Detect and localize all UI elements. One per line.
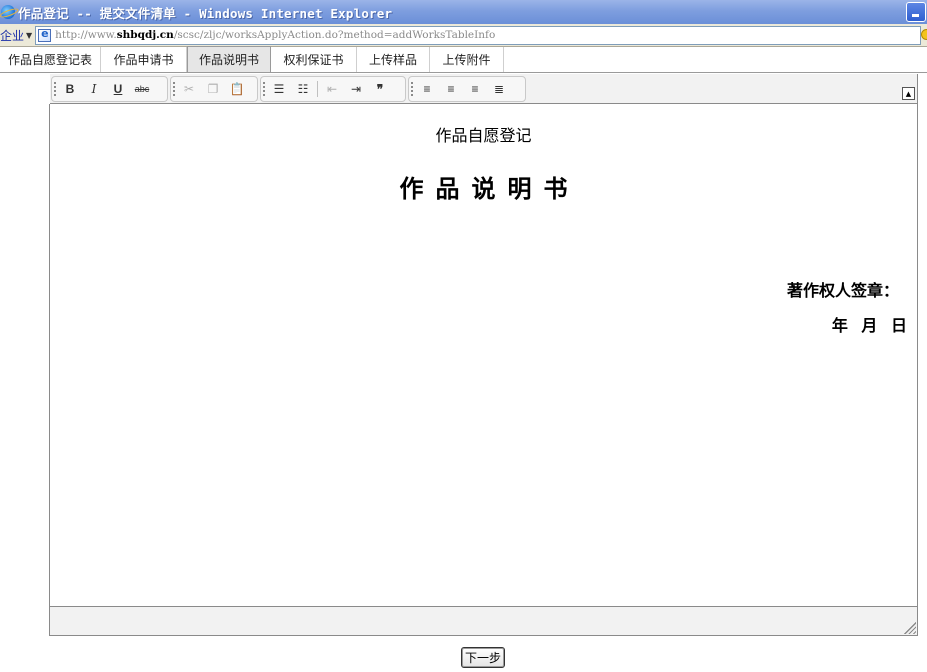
editor-status-bar <box>50 606 917 635</box>
align-justify-icon[interactable]: ≣ <box>487 78 511 100</box>
address-input[interactable]: http://www.shbqdj.cn/scsc/zljc/worksAppl… <box>35 25 921 45</box>
underline-button[interactable]: U <box>106 78 130 100</box>
cut-icon[interactable]: ✂ <box>177 78 201 100</box>
window-title-bar: 作品登记 -- 提交文件清单 - Windows Internet Explor… <box>0 0 927 24</box>
signature-label: 著作权人签章： <box>786 281 899 300</box>
tab-guarantee[interactable]: 权利保证书 <box>271 47 357 72</box>
tab-description[interactable]: 作品说明书 <box>187 46 271 72</box>
ie-logo-icon <box>1 5 15 19</box>
tab-registration-form[interactable]: 作品自愿登记表 <box>0 47 101 72</box>
bold-button[interactable]: B <box>58 78 82 100</box>
bullet-list-icon[interactable]: ☷ <box>291 78 315 100</box>
align-left-icon[interactable]: ≡ <box>415 78 439 100</box>
align-group: ≡ ≡ ≡ ≣ <box>408 76 526 102</box>
page-icon <box>38 27 52 42</box>
address-label: 企业 <box>0 28 25 43</box>
outdent-icon[interactable]: ⇤ <box>320 78 344 100</box>
tab-bar: 作品自愿登记表 作品申请书 作品说明书 权利保证书 上传样品 上传附件 <box>0 46 927 73</box>
document-subtitle: 作品自愿登记 <box>435 126 532 145</box>
tab-upload-sample[interactable]: 上传样品 <box>357 47 430 72</box>
minimize-button[interactable] <box>906 2 926 22</box>
window-title: 作品登记 -- 提交文件清单 - Windows Internet Explor… <box>18 5 393 21</box>
indent-icon[interactable]: ⇥ <box>344 78 368 100</box>
collapse-toolbar-icon[interactable]: ▲ <box>902 87 915 100</box>
warning-icon[interactable] <box>921 29 927 40</box>
chevron-down-icon[interactable]: ▼ <box>26 31 32 40</box>
copy-icon[interactable]: ❐ <box>201 78 225 100</box>
resize-grip-icon[interactable] <box>904 622 916 634</box>
date-label: 年 月 日 <box>831 316 907 335</box>
strikethrough-button[interactable]: abc <box>130 78 154 100</box>
editor-toolbar: B I U abc ✂ ❐ 📋 ☰ ☷ ⇤ ⇥ ❞ ≡ ≡ ≡ ≣ ▲ <box>1 74 917 104</box>
toolbar-divider <box>317 81 318 97</box>
clipboard-group: ✂ ❐ 📋 <box>170 76 258 102</box>
numbered-list-icon[interactable]: ☰ <box>267 78 291 100</box>
align-right-icon[interactable]: ≡ <box>463 78 487 100</box>
format-group: B I U abc <box>51 76 168 102</box>
rich-text-editor: B I U abc ✂ ❐ 📋 ☰ ☷ ⇤ ⇥ ❞ ≡ ≡ ≡ ≣ ▲ 作品自愿… <box>1 74 918 636</box>
blockquote-icon[interactable]: ❞ <box>368 78 392 100</box>
document-title: 作品说明书 <box>399 174 580 203</box>
list-group: ☰ ☷ ⇤ ⇥ ❞ <box>260 76 406 102</box>
address-bar: 企业 ▼ http://www.shbqdj.cn/scsc/zljc/work… <box>0 24 927 47</box>
italic-button[interactable]: I <box>82 78 106 100</box>
paste-icon[interactable]: 📋 <box>225 78 249 100</box>
editor-content[interactable]: 作品自愿登记 作品说明书 著作权人签章： 年 月 日 <box>50 105 917 607</box>
align-center-icon[interactable]: ≡ <box>439 78 463 100</box>
tab-application[interactable]: 作品申请书 <box>101 47 187 72</box>
tab-upload-attachment[interactable]: 上传附件 <box>430 47 504 72</box>
next-step-button[interactable]: 下一步 <box>461 647 505 668</box>
address-url[interactable]: http://www.shbqdj.cn/scsc/zljc/worksAppl… <box>55 29 495 41</box>
